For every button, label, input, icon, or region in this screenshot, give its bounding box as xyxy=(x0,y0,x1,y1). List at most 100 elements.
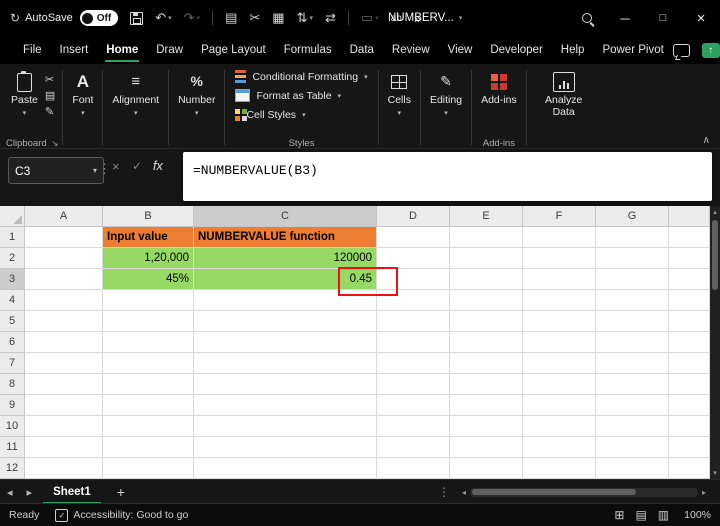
scroll-right-icon[interactable]: ▸ xyxy=(698,488,710,497)
cell-G10[interactable] xyxy=(596,416,669,437)
cell-D5[interactable] xyxy=(377,311,450,332)
cell-H3[interactable] xyxy=(669,269,710,290)
cell-C11[interactable] xyxy=(194,437,377,458)
column-header-D[interactable]: D xyxy=(377,206,450,227)
cell-E7[interactable] xyxy=(450,353,523,374)
sort-dropdown-icon[interactable]: ▾ xyxy=(309,14,313,22)
format-painter-icon[interactable]: ✎ xyxy=(45,105,55,118)
name-box-dropdown-icon[interactable]: ▾ xyxy=(93,166,97,175)
cell-F11[interactable] xyxy=(523,437,596,458)
cell-H1[interactable] xyxy=(669,227,710,248)
cell-A9[interactable] xyxy=(25,395,103,416)
accessibility-status[interactable]: Accessibility: Good to go xyxy=(73,509,188,521)
new-doc-button[interactable]: ▭ ▾ xyxy=(361,10,379,26)
cell-H5[interactable] xyxy=(669,311,710,332)
tab-formulas[interactable]: Formulas xyxy=(275,38,341,62)
cell-E1[interactable] xyxy=(450,227,523,248)
cell-A11[interactable] xyxy=(25,437,103,458)
cell-D8[interactable] xyxy=(377,374,450,395)
minimize-button[interactable]: ─ xyxy=(606,0,644,36)
row-header-4[interactable]: 4 xyxy=(0,290,25,311)
select-all-corner[interactable] xyxy=(0,206,25,227)
collapse-ribbon-icon[interactable]: ∧ xyxy=(703,135,710,146)
normal-view-icon[interactable]: ⊞ xyxy=(614,508,624,522)
cell-C3[interactable]: 0.45 xyxy=(194,269,377,290)
picture-button[interactable]: ▦ xyxy=(272,10,284,26)
cell-C12[interactable] xyxy=(194,458,377,479)
row-header-8[interactable]: 8 xyxy=(0,374,25,395)
row-header-2[interactable]: 2 xyxy=(0,248,25,269)
cell-G11[interactable] xyxy=(596,437,669,458)
cell-B8[interactable] xyxy=(103,374,194,395)
cell-F3[interactable] xyxy=(523,269,596,290)
cell-F1[interactable] xyxy=(523,227,596,248)
cell-E8[interactable] xyxy=(450,374,523,395)
vertical-scroll-thumb[interactable] xyxy=(712,220,718,290)
sheet-nav-right-icon[interactable]: ▸ xyxy=(20,480,40,504)
cell-F7[interactable] xyxy=(523,353,596,374)
cell-H12[interactable] xyxy=(669,458,710,479)
cell-D4[interactable] xyxy=(377,290,450,311)
cell-D11[interactable] xyxy=(377,437,450,458)
row-header-9[interactable]: 9 xyxy=(0,395,25,416)
cell-G4[interactable] xyxy=(596,290,669,311)
cell-E5[interactable] xyxy=(450,311,523,332)
column-header-F[interactable]: F xyxy=(523,206,596,227)
cell-E2[interactable] xyxy=(450,248,523,269)
redo-dropdown-icon[interactable]: ▾ xyxy=(197,14,201,22)
row-header-5[interactable]: 5 xyxy=(0,311,25,332)
copy-button[interactable]: ▤ xyxy=(225,10,237,26)
row-header-7[interactable]: 7 xyxy=(0,353,25,374)
cell-C9[interactable] xyxy=(194,395,377,416)
cancel-entry-button[interactable]: × xyxy=(112,159,120,174)
cell-B1[interactable]: Input value xyxy=(103,227,194,248)
cell-G12[interactable] xyxy=(596,458,669,479)
column-header-G[interactable]: G xyxy=(596,206,669,227)
search-button[interactable] xyxy=(582,0,592,36)
cell-B5[interactable] xyxy=(103,311,194,332)
cell-A10[interactable] xyxy=(25,416,103,437)
sheet-tab-sheet1[interactable]: Sheet1 xyxy=(39,480,105,504)
cells-group-button[interactable]: Cells ▾ xyxy=(383,67,416,151)
cell-C6[interactable] xyxy=(194,332,377,353)
addins-button[interactable]: Add-ins xyxy=(476,67,522,109)
cell-D2[interactable] xyxy=(377,248,450,269)
cell-E12[interactable] xyxy=(450,458,523,479)
clipboard-dialog-launcher-icon[interactable]: ↘ xyxy=(52,139,59,148)
column-header-E[interactable]: E xyxy=(450,206,523,227)
insert-function-button[interactable]: fx xyxy=(153,159,163,173)
cell-G9[interactable] xyxy=(596,395,669,416)
horizontal-scroll-thumb[interactable] xyxy=(472,489,637,495)
sheet-nav-left-icon[interactable]: ◂ xyxy=(0,480,20,504)
page-layout-view-icon[interactable]: ▤ xyxy=(635,508,646,522)
analyze-data-button[interactable]: Analyze Data xyxy=(531,67,597,151)
cell-F5[interactable] xyxy=(523,311,596,332)
cell-H2[interactable] xyxy=(669,248,710,269)
scroll-up-icon[interactable]: ▴ xyxy=(713,206,717,218)
tab-home[interactable]: Home xyxy=(97,38,147,62)
cell-E9[interactable] xyxy=(450,395,523,416)
cell-B6[interactable] xyxy=(103,332,194,353)
cell-H8[interactable] xyxy=(669,374,710,395)
cell-D10[interactable] xyxy=(377,416,450,437)
cell-H7[interactable] xyxy=(669,353,710,374)
alignment-group-button[interactable]: ≡ Alignment ▾ xyxy=(107,67,164,151)
share-icon[interactable]: ↑ xyxy=(701,42,720,58)
cell-D1[interactable] xyxy=(377,227,450,248)
cell-C2[interactable]: 120000 xyxy=(194,248,377,269)
horizontal-scrollbar[interactable]: ◂ ▸ xyxy=(458,480,710,504)
conditional-formatting-button[interactable]: Conditional Formatting ▾ xyxy=(229,67,373,86)
cell-G1[interactable] xyxy=(596,227,669,248)
document-title[interactable]: NUMBERV... ▾ xyxy=(388,0,462,36)
cell-C1[interactable]: NUMBERVALUE function xyxy=(194,227,377,248)
cell-F12[interactable] xyxy=(523,458,596,479)
column-header-A[interactable]: A xyxy=(25,206,103,227)
cell-A2[interactable] xyxy=(25,248,103,269)
zoom-level[interactable]: 100% xyxy=(684,509,711,521)
cell-B10[interactable] xyxy=(103,416,194,437)
cell-G6[interactable] xyxy=(596,332,669,353)
enter-entry-button[interactable]: ✓ xyxy=(132,159,142,173)
cell-D12[interactable] xyxy=(377,458,450,479)
cell-F2[interactable] xyxy=(523,248,596,269)
column-header-C[interactable]: C xyxy=(194,206,377,227)
